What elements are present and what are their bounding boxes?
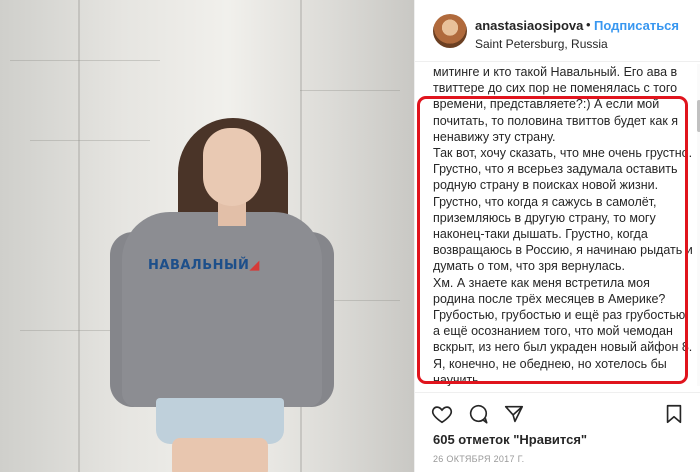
share-icon[interactable] [503,403,525,425]
caption-paragraph: Так вот, хочу сказать, что мне очень гру… [433,146,693,274]
follow-button[interactable]: Подписаться [594,18,679,33]
post-header: anastasiaosipova • Подписаться Saint Pet… [415,0,700,62]
location-link[interactable]: Saint Petersburg, Russia [475,37,608,51]
wall-panel-line [78,0,80,472]
post-date[interactable]: 26 ОКТЯБРЯ 2017 Г. [433,454,524,464]
likes-count[interactable]: 605 отметок "Нравится" [433,432,587,447]
wall-texture [20,330,110,331]
username-link[interactable]: anastasiaosipova [475,18,583,33]
post-side-panel: anastasiaosipova • Подписаться Saint Pet… [414,0,700,472]
post-caption: митинге и кто такой Навальный. Его ава в… [433,64,693,386]
person-sweater [122,212,322,407]
wall-texture [10,60,160,61]
caption-paragraph: Хм. А знаете как меня встретила моя роди… [433,275,693,386]
separator-dot: • [586,17,591,32]
post-actions [415,392,700,432]
wall-texture [30,140,150,141]
caption-paragraph: митинге и кто такой Навальный. Его ава в… [433,65,679,144]
bookmark-icon[interactable] [663,403,685,425]
comment-icon[interactable] [467,403,489,425]
sweater-logo: НАВАЛЬНЫЙ◢ [148,258,260,273]
post-photo[interactable]: НАВАЛЬНЫЙ◢ [0,0,414,472]
person-legs [172,438,268,472]
heart-icon[interactable] [431,403,453,425]
avatar[interactable] [433,14,467,48]
wall-texture [300,90,400,91]
person-face [203,128,261,206]
